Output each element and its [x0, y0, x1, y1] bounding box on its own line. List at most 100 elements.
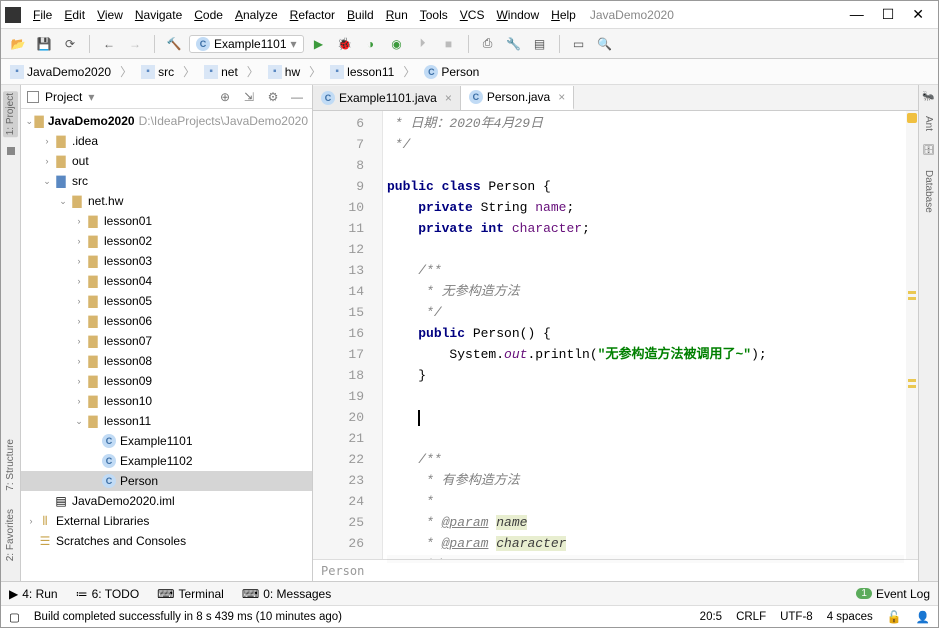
breadcrumb-item[interactable]: CPerson [421, 64, 482, 80]
tree-arrow-icon[interactable]: › [73, 396, 85, 406]
expand-all-icon[interactable]: ⇲ [240, 88, 258, 106]
tree-arrow-icon[interactable]: › [73, 356, 85, 366]
line-number[interactable]: 25 [317, 512, 364, 533]
tool-ant-tab[interactable]: Ant [923, 112, 934, 135]
tree-node[interactable]: ›⦀External Libraries [21, 511, 312, 531]
tree-node[interactable]: ▤JavaDemo2020.iml [21, 491, 312, 511]
tree-arrow-icon[interactable]: › [73, 316, 85, 326]
code-line[interactable] [387, 155, 906, 176]
project-tree[interactable]: ⌄▇JavaDemo2020D:\IdeaProjects\JavaDemo20… [21, 109, 312, 581]
indent-setting[interactable]: 4 spaces [827, 611, 873, 623]
coverage-icon[interactable]: ◑ [360, 33, 382, 55]
forward-icon[interactable]: → [124, 33, 146, 55]
breadcrumb-item[interactable]: ▪JavaDemo2020 [7, 64, 114, 80]
line-number[interactable]: 26 [317, 533, 364, 554]
line-number[interactable]: 21 [317, 428, 364, 449]
line-number[interactable]: 6 [317, 113, 364, 134]
build-icon[interactable]: 🔨 [163, 33, 185, 55]
line-separator[interactable]: CRLF [736, 611, 766, 623]
tree-node[interactable]: ›▇lesson10 [21, 391, 312, 411]
save-all-icon[interactable]: 💾 [33, 33, 55, 55]
tree-node[interactable]: ›▇lesson04 [21, 271, 312, 291]
close-tab-icon[interactable]: × [558, 90, 565, 104]
line-number[interactable]: 8 [317, 155, 364, 176]
tree-node[interactable]: ›▇lesson08 [21, 351, 312, 371]
code-area[interactable]: * 日期：2020年4月29日 */ public class Person {… [383, 111, 906, 559]
tree-node[interactable]: ›▇lesson06 [21, 311, 312, 331]
code-line[interactable]: private int character; [387, 218, 906, 239]
code-line[interactable]: public Person() { [387, 323, 906, 344]
menu-view[interactable]: View [91, 6, 129, 24]
breadcrumb-item[interactable]: ▪lesson11 [327, 64, 397, 80]
line-number[interactable]: 23 [317, 470, 364, 491]
tree-arrow-icon[interactable]: › [25, 516, 37, 526]
tree-arrow-icon[interactable]: › [41, 156, 53, 166]
warning-marker-icon[interactable] [908, 385, 916, 388]
tree-node[interactable]: ⌄▇lesson11 [21, 411, 312, 431]
code-line[interactable]: */ [387, 134, 906, 155]
minimize-button[interactable]: — [850, 6, 864, 23]
tree-node[interactable]: ⌄▇JavaDemo2020D:\IdeaProjects\JavaDemo20… [21, 111, 312, 131]
tree-arrow-icon[interactable]: › [73, 376, 85, 386]
code-line[interactable]: /** [387, 260, 906, 281]
tree-node[interactable]: ›▇out [21, 151, 312, 171]
tree-node[interactable]: ⌄▇net.hw [21, 191, 312, 211]
breadcrumb-item[interactable]: ▪net [201, 64, 241, 80]
code-line[interactable]: * [387, 491, 906, 512]
tree-arrow-icon[interactable]: ⌄ [57, 196, 69, 207]
line-number[interactable]: 14 [317, 281, 364, 302]
line-number[interactable]: 17 [317, 344, 364, 365]
tree-node[interactable]: ⌄▇src [21, 171, 312, 191]
line-number[interactable]: 11 [317, 218, 364, 239]
tool-run-tab[interactable]: ▶4: Run [9, 587, 58, 601]
cursor-position[interactable]: 20:5 [700, 611, 722, 623]
breadcrumb-item[interactable]: ▪hw [265, 64, 303, 80]
chevron-down-icon[interactable]: ▾ [88, 90, 94, 104]
run-icon[interactable]: ▶ [308, 33, 330, 55]
code-line[interactable]: * 无参构造方法 [387, 281, 906, 302]
code-line[interactable]: * @param name [387, 512, 906, 533]
code-line[interactable] [387, 239, 906, 260]
tool-structure-tab[interactable]: 7: Structure [5, 435, 16, 495]
line-number[interactable]: 9 [317, 176, 364, 197]
menu-analyze[interactable]: Analyze [229, 6, 284, 24]
tree-node[interactable]: ›▇lesson03 [21, 251, 312, 271]
line-number[interactable]: 13 [317, 260, 364, 281]
tree-arrow-icon[interactable]: ⌄ [73, 416, 85, 427]
tree-node[interactable]: CExample1101 [21, 431, 312, 451]
tree-node[interactable]: ›▇lesson05 [21, 291, 312, 311]
open-icon[interactable]: 📂 [7, 33, 29, 55]
code-line[interactable]: * 有参构造方法 [387, 470, 906, 491]
menu-file[interactable]: File [27, 6, 58, 24]
code-line[interactable] [387, 428, 906, 449]
tree-node[interactable]: ☰Scratches and Consoles [21, 531, 312, 551]
warning-marker-icon[interactable] [908, 379, 916, 382]
tool-favorites-tab[interactable]: 2: Favorites [5, 505, 16, 565]
tree-arrow-icon[interactable]: › [73, 256, 85, 266]
tool-project-tab[interactable]: 1: Project [3, 91, 18, 137]
tree-arrow-icon[interactable]: › [73, 236, 85, 246]
attach-icon[interactable]: ⏵ [412, 33, 434, 55]
lock-icon[interactable]: 🔓 [887, 610, 902, 624]
layout-icon[interactable]: ▭ [568, 33, 590, 55]
tree-arrow-icon[interactable]: ⌄ [25, 116, 34, 127]
tool-messages-tab[interactable]: ⌨0: Messages [242, 587, 331, 601]
menu-build[interactable]: Build [341, 6, 380, 24]
line-number[interactable]: 19 [317, 386, 364, 407]
code-line[interactable]: } [387, 365, 906, 386]
tool-terminal-tab[interactable]: ⌨Terminal [157, 587, 224, 601]
tree-node[interactable]: ›▇lesson09 [21, 371, 312, 391]
editor-tab[interactable]: CExample1101.java× [313, 86, 461, 110]
line-number[interactable]: 7 [317, 134, 364, 155]
error-stripe[interactable] [906, 111, 918, 559]
menu-code[interactable]: Code [188, 6, 229, 24]
close-button[interactable]: ✕ [912, 6, 924, 23]
back-icon[interactable]: ← [98, 33, 120, 55]
line-number[interactable]: 16 [317, 323, 364, 344]
tree-arrow-icon[interactable]: › [73, 276, 85, 286]
event-log-button[interactable]: 1 Event Log [856, 587, 930, 601]
run-config-selector[interactable]: C Example1101 ▾ [189, 35, 304, 53]
tree-arrow-icon[interactable]: ⌄ [41, 176, 53, 187]
code-line[interactable]: * @param character [387, 533, 906, 554]
menu-run[interactable]: Run [380, 6, 414, 24]
